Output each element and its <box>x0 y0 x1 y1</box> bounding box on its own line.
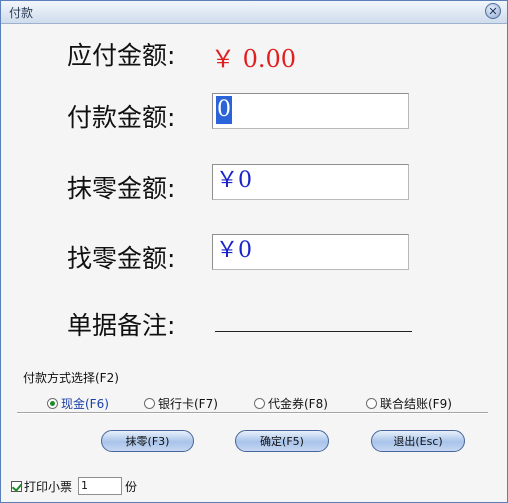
radio-voucher-label: 代金券(F8) <box>268 396 328 411</box>
dialog-body: 应付金额: ￥ 0.00 付款金额: 0 抹零金额: ￥0 找零金额: ￥0 单… <box>1 24 507 502</box>
radio-combined-label: 联合结账(F9) <box>380 396 452 411</box>
payment-dialog: 付款 ✕ 应付金额: ￥ 0.00 付款金额: 0 抹零金额: ￥0 找零金额:… <box>0 0 508 503</box>
radio-unselected-icon <box>366 397 377 409</box>
close-icon[interactable]: ✕ <box>485 3 501 19</box>
copies-input[interactable]: 1 <box>78 477 123 495</box>
note-input[interactable] <box>215 331 412 332</box>
payment-method-group-label: 付款方式选择(F2) <box>23 371 119 385</box>
divider <box>17 412 488 414</box>
rounding-amount-label: 抹零金额: <box>67 174 176 203</box>
due-amount-value: ￥ 0.00 <box>211 45 297 73</box>
radio-cash-label: 现金(F6) <box>61 396 109 411</box>
radio-unselected-icon <box>254 397 265 409</box>
radio-selected-icon <box>47 397 58 409</box>
radio-voucher[interactable]: 代金券(F8) <box>254 395 328 411</box>
rounding-amount-input[interactable]: ￥0 <box>212 164 409 200</box>
print-receipt-area: 打印小票 1 份 <box>11 477 137 495</box>
paid-amount-input[interactable]: 0 <box>212 93 409 129</box>
copies-unit-label: 份 <box>125 479 138 494</box>
change-amount-label: 找零金额: <box>67 244 176 273</box>
due-amount-label: 应付金额: <box>67 41 176 70</box>
radio-bank-card-label: 银行卡(F7) <box>158 396 218 411</box>
rounding-button[interactable]: 抹零(F3) <box>101 430 194 452</box>
print-receipt-label: 打印小票 <box>24 479 73 494</box>
change-amount-value: ￥0 <box>216 238 252 263</box>
paid-amount-value: 0 <box>216 96 232 124</box>
rounding-amount-value: ￥0 <box>216 168 252 193</box>
note-label: 单据备注: <box>67 311 176 340</box>
radio-unselected-icon <box>144 397 155 409</box>
window-title: 付款 <box>9 6 34 20</box>
radio-bank-card[interactable]: 银行卡(F7) <box>144 395 218 411</box>
paid-amount-label: 付款金额: <box>67 103 176 132</box>
exit-button[interactable]: 退出(Esc) <box>371 430 465 452</box>
radio-cash[interactable]: 现金(F6) <box>47 395 109 411</box>
print-receipt-checkbox[interactable] <box>11 480 22 492</box>
change-amount-input[interactable]: ￥0 <box>212 234 409 270</box>
confirm-button[interactable]: 确定(F5) <box>235 430 329 452</box>
radio-combined[interactable]: 联合结账(F9) <box>366 395 452 411</box>
title-bar: 付款 ✕ <box>1 1 507 24</box>
